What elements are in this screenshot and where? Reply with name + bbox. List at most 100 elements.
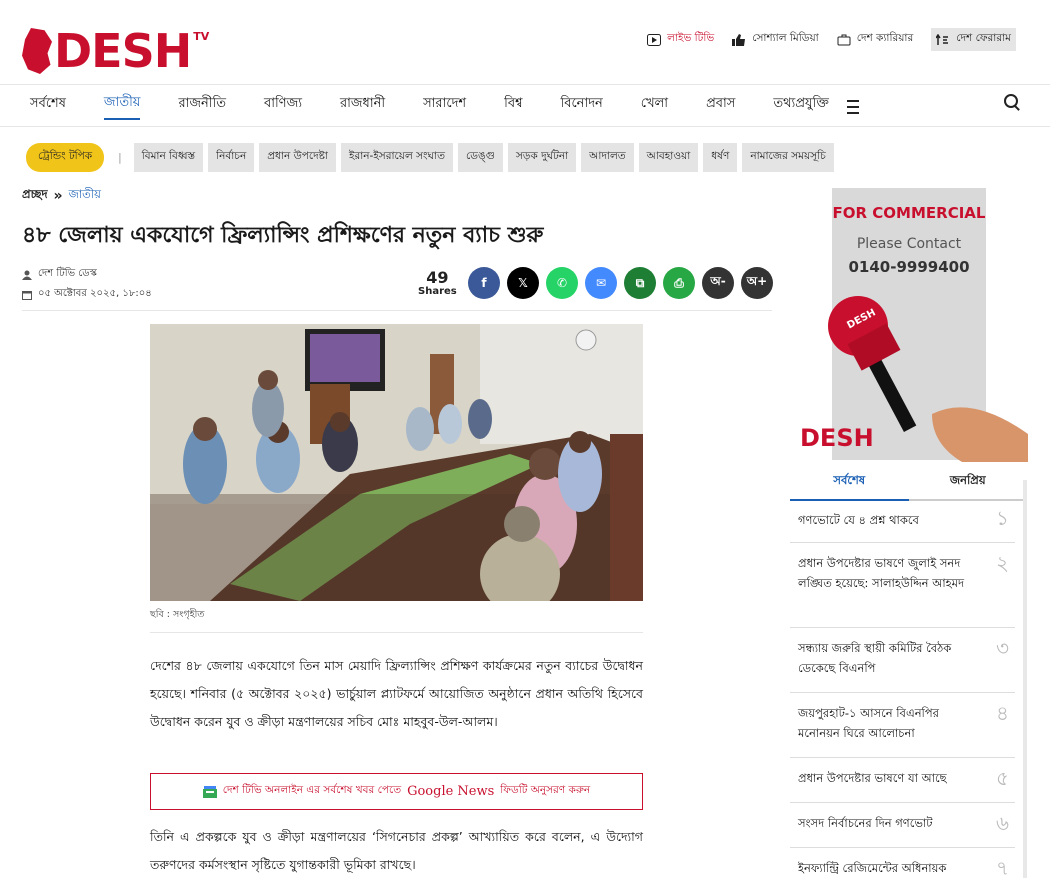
breadcrumb-current[interactable]: জাতীয়: [69, 186, 101, 205]
sidebar-scrollbar[interactable]: [1023, 480, 1027, 878]
list-item-number: ৩: [995, 636, 1009, 660]
tab-latest[interactable]: সর্বশেষ: [790, 472, 909, 501]
list-item-number: ৭: [995, 856, 1009, 880]
user-icon: [22, 270, 32, 280]
list-item-title: জয়পুরহাট-১ আসনে বিএনপির মনোনয়ন ঘিরে আল…: [798, 706, 939, 740]
top-links: লাইভ টিভি সোশ্যাল মিডিয়া দেশ ক্যারিয়ার…: [647, 28, 1016, 51]
desh-career-label: দেশ ক্যারিয়ার: [856, 32, 914, 44]
nav-item-commerce[interactable]: বাণিজ্য: [264, 94, 302, 119]
nav-item-entertainment[interactable]: বিনোদন: [561, 94, 603, 119]
live-tv-link[interactable]: লাইভ টিভি: [647, 31, 714, 48]
date-row: ০৫ অক্টোবর ২০২৫, ১৮:০৪: [22, 286, 152, 303]
nav-item-politics[interactable]: রাজনীতি: [178, 94, 226, 119]
print-share-button[interactable]: ⎙: [663, 267, 695, 299]
ad-logo: DESH: [800, 424, 874, 452]
trending-tag[interactable]: আবহাওয়া: [638, 143, 699, 172]
whatsapp-share-button[interactable]: ✆: [546, 267, 578, 299]
ad-headline: FOR COMMERCIAL: [832, 204, 986, 222]
thumbs-up-icon: [732, 33, 746, 46]
messenger-share-button[interactable]: ✉: [585, 267, 617, 299]
article-headline: ৪৮ জেলায় একযোগে ফ্রিল্যান্সিং প্রশিক্ষণ…: [22, 223, 544, 248]
share-count-label: Shares: [418, 286, 457, 297]
nav-item-country[interactable]: সারাদেশ: [423, 94, 466, 119]
trending-badge: ট্রেন্ডিং টপিক: [26, 143, 105, 172]
trending-tag[interactable]: ডেঙ্গু: [457, 143, 503, 172]
trending-tag[interactable]: বিমান বিধ্বস্ত: [133, 143, 204, 172]
copy-share-button[interactable]: ⧉: [624, 267, 656, 299]
facebook-share-button[interactable]: f: [468, 267, 500, 299]
nav-item-probash[interactable]: প্রবাস: [706, 94, 735, 119]
font-decrease-icon: অ-: [710, 274, 726, 288]
trending-tag[interactable]: সড়ক দুর্ঘটনা: [508, 143, 577, 172]
list-item-title: গণভোটে যে ৪ প্রশ্ন থাকবে: [798, 513, 919, 527]
list-item-title: প্রধান উপদেষ্টার ভাষণে জুলাই সনদ লঙ্ঘিত …: [798, 556, 965, 590]
list-item[interactable]: গণভোটে যে ৪ প্রশ্ন থাকবে ১: [790, 500, 1015, 543]
nav-item-capital[interactable]: রাজধানী: [340, 94, 385, 119]
font-decrease-share-button[interactable]: অ-: [702, 267, 734, 299]
social-media-link[interactable]: সোশ্যাল মিডিয়া: [732, 31, 819, 48]
nav-item-tech[interactable]: তথ্যপ্রযুক্তি: [773, 94, 828, 119]
trending-separator: |: [118, 151, 122, 164]
trending-tag[interactable]: নামাজের সময়সূচি: [742, 143, 834, 172]
nav-item-world[interactable]: বিশ্ব: [504, 94, 522, 119]
live-tv-label: লাইভ টিভি: [667, 32, 715, 44]
sidebar-tabs: সর্বশেষ জনপ্রিয়: [790, 472, 1027, 501]
trending-tag[interactable]: ইরান-ইসরায়েল সংঘাত: [340, 143, 453, 172]
desh-forum-link[interactable]: দেশ ফেরারাম: [931, 28, 1016, 51]
trending-tag[interactable]: আদালত: [581, 143, 634, 172]
menu-icon[interactable]: [846, 99, 859, 114]
desh-forum-label: দেশ ফেরারাম: [956, 32, 1011, 44]
list-item-number: ৬: [995, 811, 1009, 835]
list-item-number: ১: [996, 506, 1009, 530]
list-item[interactable]: প্রধান উপদেষ্টার ভাষণে যা আছে ৫: [790, 758, 1015, 803]
x-icon: 𝕏: [518, 276, 528, 290]
font-increase-share-button[interactable]: অ+: [741, 267, 773, 299]
tab-popular[interactable]: জনপ্রিয়: [908, 472, 1027, 501]
commercial-ad[interactable]: FOR COMMERCIAL Please Contact 0140-99994…: [800, 188, 1028, 462]
article-paragraph: তিনি এ প্রকল্পকে যুব ও ক্রীড়া মন্ত্রণাল…: [150, 829, 643, 872]
nav-item-latest[interactable]: সর্বশেষ: [30, 94, 66, 119]
ad-phone: 0140-9999400: [848, 258, 970, 276]
rss-icon: [936, 33, 949, 45]
list-item-number: ২: [995, 551, 1009, 575]
logo-tv: TV: [193, 30, 210, 43]
google-news-post: ফিডটি অনুসরণ করুন: [500, 784, 591, 796]
trending-tag[interactable]: নির্বাচন: [208, 143, 255, 172]
desh-career-link[interactable]: দেশ ক্যারিয়ার: [837, 31, 914, 48]
google-news-brand: Google News: [407, 784, 495, 799]
list-item[interactable]: প্রধান উপদেষ্টার ভাষণে জুলাই সনদ লঙ্ঘিত …: [790, 543, 1015, 628]
list-item-number: ৫: [996, 766, 1009, 790]
whatsapp-icon: ✆: [556, 276, 568, 290]
search-icon[interactable]: [1004, 94, 1018, 108]
site-logo[interactable]: DESH TV: [22, 28, 209, 78]
breadcrumb-home[interactable]: প্রচ্ছদ: [22, 186, 48, 205]
google-news-follow[interactable]: দেশ টিভি অনলাইন এর সর্বশেষ খবর পেতে Goog…: [150, 773, 643, 810]
list-item-title: প্রধান উপদেষ্টার ভাষণে যা আছে: [798, 771, 947, 785]
list-item[interactable]: জয়পুরহাট-১ আসনে বিএনপির মনোনয়ন ঘিরে আল…: [790, 693, 1015, 758]
breadcrumb-separator: »: [53, 187, 63, 204]
calendar-icon: [22, 290, 32, 300]
x-share-button[interactable]: 𝕏: [507, 267, 539, 299]
list-item[interactable]: সংসদ নির্বাচনের দিন গণভোট ৬: [790, 803, 1015, 848]
font-increase-icon: অ+: [746, 274, 768, 288]
google-news-icon: [202, 785, 217, 798]
nav-divider: [0, 126, 1050, 127]
social-media-label: সোশ্যাল মিডিয়া: [752, 32, 819, 44]
nav-item-national[interactable]: জাতীয়: [103, 93, 141, 120]
list-item[interactable]: সন্ধ্যায় জরুরি স্থায়ী কমিটির বৈঠক ডেকে…: [790, 628, 1015, 693]
trending-tag[interactable]: ধর্ষণ: [703, 143, 738, 172]
author-name[interactable]: দেশ টিভি ডেস্ক: [38, 266, 97, 283]
share-count: 49 Shares: [418, 270, 457, 298]
nav-item-sports[interactable]: খেলা: [641, 94, 668, 119]
briefcase-icon: [837, 34, 851, 45]
photo-caption: ছবি : সংগৃহীত: [150, 609, 205, 620]
list-item-title: সংসদ নির্বাচনের দিন গণভোট: [798, 816, 933, 830]
author-row: দেশ টিভি ডেস্ক: [22, 266, 97, 283]
article-photo: [150, 324, 643, 601]
print-icon: ⎙: [674, 275, 684, 290]
trending-tag[interactable]: প্রধান উপদেষ্টা: [259, 143, 336, 172]
list-item[interactable]: ইনফ্যান্ট্রি রেজিমেন্টের অধিনায়ক ৭: [790, 848, 1015, 878]
facebook-icon: f: [481, 276, 487, 290]
messenger-icon: ✉: [595, 276, 607, 290]
breadcrumb: প্রচ্ছদ » জাতীয়: [22, 186, 101, 205]
